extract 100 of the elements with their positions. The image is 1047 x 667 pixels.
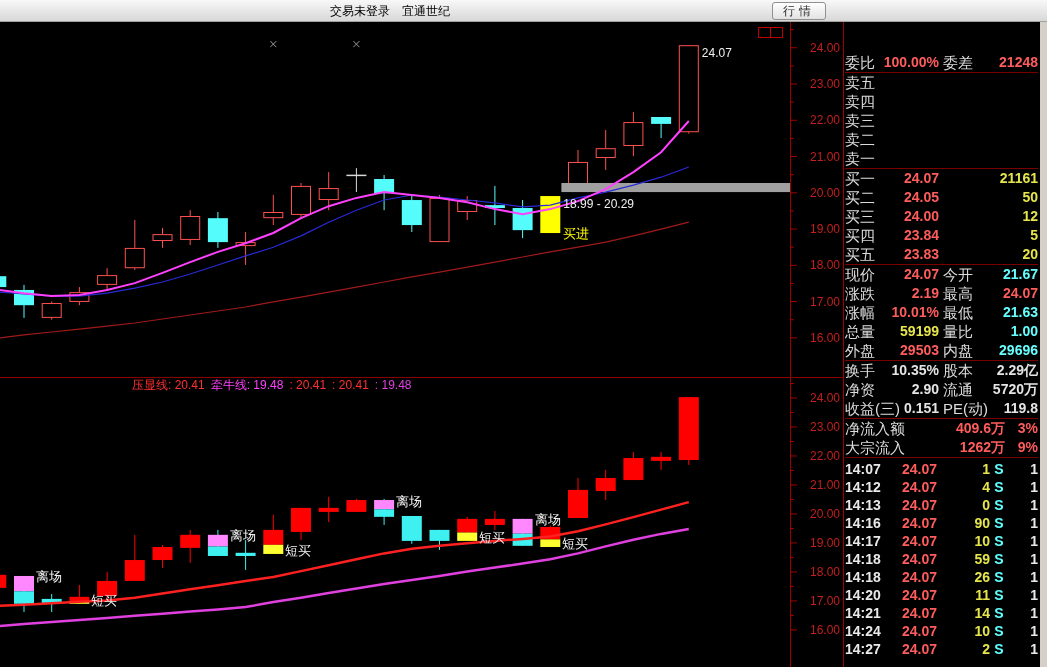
tick-volume: 11 bbox=[974, 586, 990, 604]
tick-side: S bbox=[993, 622, 1005, 640]
y-tick-label: 20.00 bbox=[809, 506, 840, 521]
field-label: 收益(三) bbox=[845, 399, 900, 418]
tick-side: S bbox=[993, 496, 1005, 514]
tick-volume: 2 bbox=[981, 640, 990, 658]
stock-name: 宜通世纪 bbox=[402, 2, 450, 20]
tick-count: 1 bbox=[1029, 478, 1038, 496]
login-status: 交易未登录 bbox=[330, 2, 390, 20]
field-label: 买二 bbox=[845, 188, 875, 207]
field-label: 卖四 bbox=[845, 92, 875, 111]
field-value: 24.07 bbox=[903, 265, 939, 284]
field-label: 买四 bbox=[845, 226, 875, 245]
y-tick-label: 20.00 bbox=[809, 185, 840, 200]
signal-label: 短买 bbox=[562, 536, 589, 552]
y-tick-label: 16.00 bbox=[809, 622, 840, 637]
y-tick-label: 22.00 bbox=[809, 448, 840, 463]
tick-price: 24.07 bbox=[900, 550, 937, 568]
cross-mark-icon bbox=[352, 40, 360, 48]
tick-count: 1 bbox=[1029, 514, 1038, 532]
y-tick-label: 18.00 bbox=[809, 564, 840, 579]
tick-time: 14:17 bbox=[845, 532, 882, 550]
field-value: 2.19 bbox=[911, 284, 939, 303]
tick-price: 24.07 bbox=[900, 532, 937, 550]
field-label: 外盘 bbox=[845, 341, 875, 360]
tick-time: 14:16 bbox=[845, 514, 882, 532]
tick-time: 14:07 bbox=[845, 460, 882, 478]
bid-price: 23.83 bbox=[903, 245, 939, 264]
signal-label: 离场 bbox=[36, 569, 62, 585]
y-tick-label: 21.00 bbox=[809, 477, 840, 492]
y-tick-label: 23.00 bbox=[809, 77, 840, 91]
legend-item: : 20.41 bbox=[289, 378, 327, 392]
tick-time: 14:18 bbox=[845, 550, 882, 568]
field-label: 最低 bbox=[943, 303, 973, 322]
chart-label: 24.07 bbox=[701, 46, 732, 61]
field-label: 卖五 bbox=[845, 73, 875, 92]
tick-volume: 90 bbox=[973, 514, 990, 532]
tick-volume: 0 bbox=[981, 496, 990, 514]
y-tick-label: 17.00 bbox=[809, 593, 840, 608]
bid-volume: 20 bbox=[1022, 245, 1038, 264]
field-label: 买五 bbox=[845, 245, 875, 264]
tick-side: S bbox=[993, 550, 1005, 568]
field-value: 21248 bbox=[999, 53, 1038, 72]
signal-label: 离场 bbox=[534, 512, 561, 528]
signal-label: 离场 bbox=[229, 528, 256, 544]
field-label: 委比 bbox=[845, 53, 875, 72]
tick-volume: 10 bbox=[973, 532, 990, 550]
y-tick-label: 18.00 bbox=[809, 258, 840, 273]
tick-time: 14:21 bbox=[845, 604, 882, 622]
tick-volume: 4 bbox=[981, 478, 990, 496]
market-button[interactable]: 行情 bbox=[772, 1, 826, 20]
y-tick-label: 21.00 bbox=[809, 149, 840, 164]
field-label: 流通 bbox=[943, 380, 973, 399]
field-value: 10.35% bbox=[891, 361, 939, 380]
field-value: 59199 bbox=[900, 322, 939, 341]
tick-count: 1 bbox=[1029, 586, 1038, 604]
tick-time: 14:20 bbox=[845, 586, 882, 604]
legend-item: 压显线: 20.41 bbox=[132, 378, 205, 392]
field-label: 量比 bbox=[943, 322, 973, 341]
field-value: 5720万 bbox=[992, 380, 1038, 399]
field-label: 今开 bbox=[943, 265, 973, 284]
bid-volume: 21161 bbox=[999, 169, 1038, 188]
field-value: 29503 bbox=[900, 341, 939, 360]
field-value: 100.00% bbox=[883, 53, 939, 72]
tick-volume: 26 bbox=[973, 568, 990, 586]
tick-price: 24.07 bbox=[900, 586, 937, 604]
tick-price: 24.07 bbox=[900, 514, 937, 532]
tick-side: S bbox=[993, 460, 1005, 478]
tick-side: S bbox=[993, 514, 1005, 532]
field-label: 卖一 bbox=[845, 149, 875, 168]
tick-side: S bbox=[993, 568, 1005, 586]
field-label: 大宗流入 bbox=[845, 438, 905, 457]
field-label: 涨幅 bbox=[845, 303, 875, 322]
field-label: 内盘 bbox=[943, 341, 973, 360]
tick-volume: 10 bbox=[973, 622, 990, 640]
field-value: 29696 bbox=[999, 341, 1038, 360]
tick-side: S bbox=[993, 478, 1005, 496]
field-label: 卖三 bbox=[845, 111, 875, 130]
tick-count: 1 bbox=[1029, 604, 1038, 622]
y-tick-label: 19.00 bbox=[809, 535, 840, 550]
tick-count: 1 bbox=[1029, 496, 1038, 514]
field-value: 10.01% bbox=[891, 303, 939, 322]
field-label: 卖二 bbox=[845, 130, 875, 149]
tick-time: 14:18 bbox=[845, 568, 882, 586]
field-value: 21.63 bbox=[1002, 303, 1038, 322]
tick-time: 14:13 bbox=[845, 496, 882, 514]
tick-count: 1 bbox=[1029, 568, 1038, 586]
tick-volume: 1 bbox=[981, 460, 990, 478]
tick-side: S bbox=[993, 604, 1005, 622]
field-label: 现价 bbox=[845, 265, 875, 284]
field-label: 买一 bbox=[845, 169, 875, 188]
tick-side: S bbox=[993, 586, 1005, 604]
legend-item: : 20.41 bbox=[332, 378, 369, 392]
field-value: 1.00 bbox=[1010, 322, 1038, 341]
legend-item: 牵牛线: 19.48 bbox=[210, 378, 284, 392]
bid-volume: 12 bbox=[1022, 207, 1038, 226]
bid-price: 24.07 bbox=[903, 169, 939, 188]
tick-price: 24.07 bbox=[900, 496, 937, 514]
field-label: 总量 bbox=[845, 322, 875, 341]
field-value: 21.67 bbox=[1002, 265, 1038, 284]
